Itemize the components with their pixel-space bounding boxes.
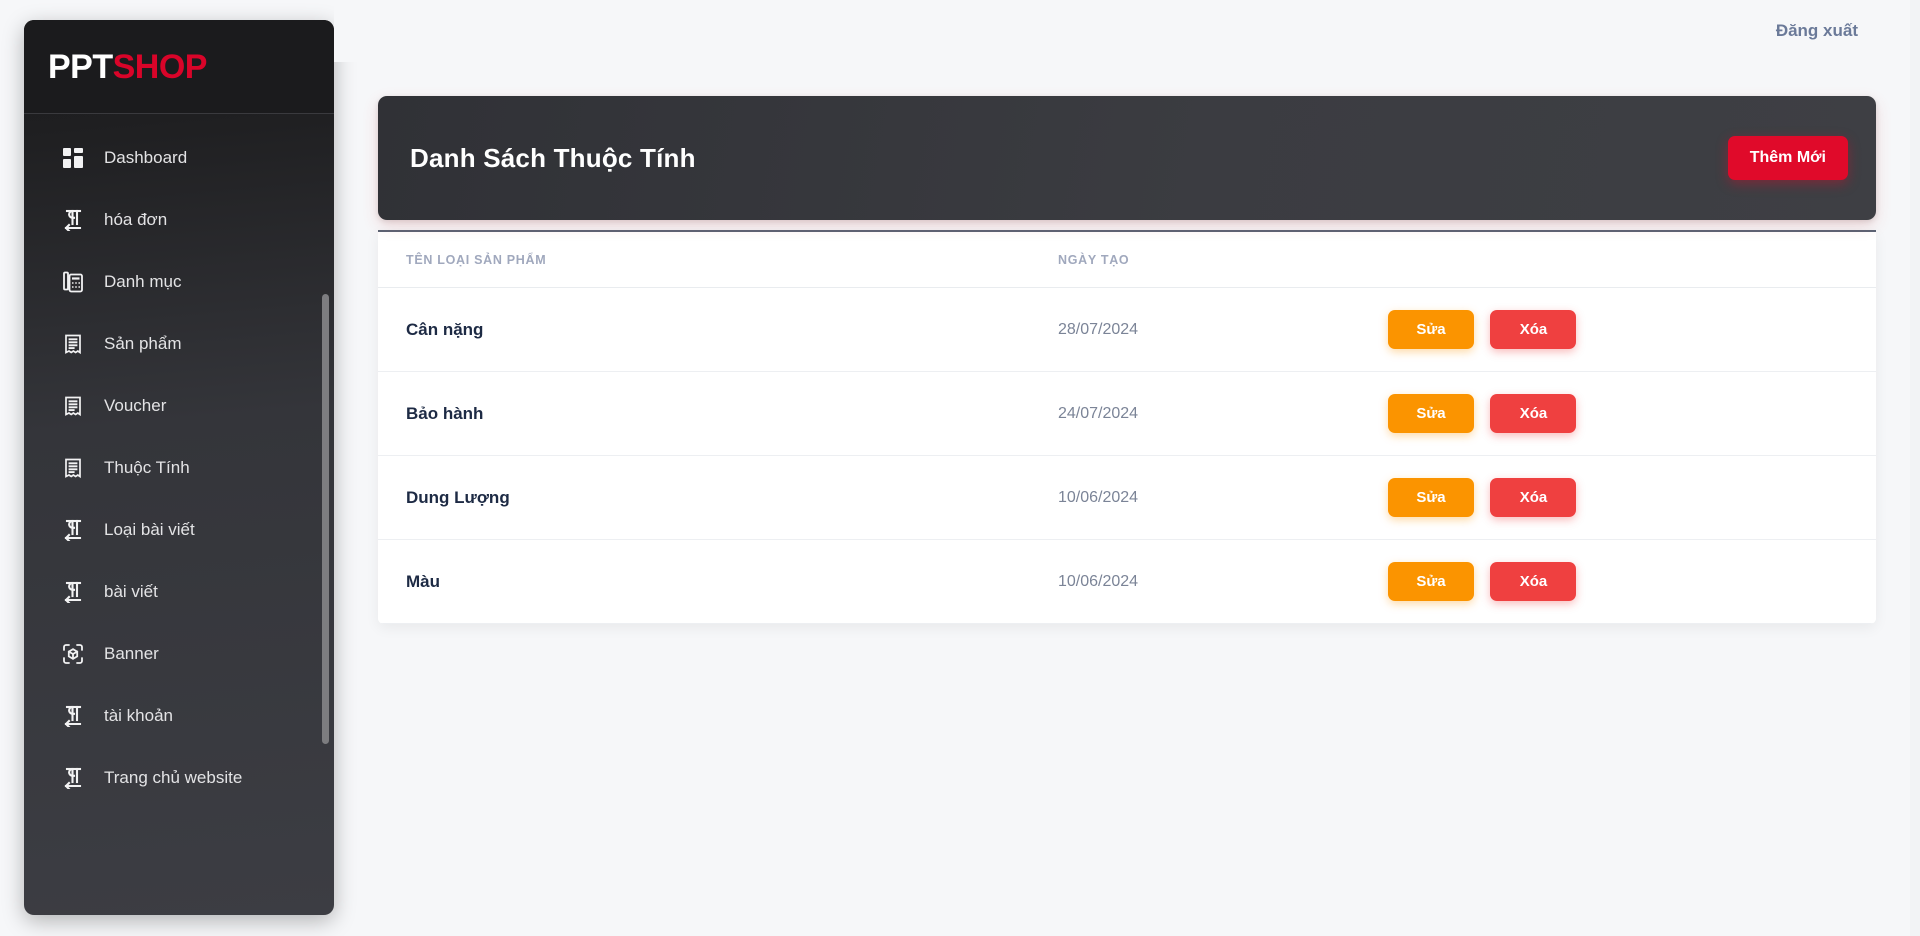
paragraph-mark-icon (60, 703, 86, 729)
sidebar-item-label: bài viết (104, 582, 158, 601)
cell-created-date: 10/06/2024 (1058, 539, 1388, 624)
page-title: Danh Sách Thuộc Tính (410, 142, 696, 173)
column-header-name: TÊN LOẠI SẢN PHẨM (378, 232, 1058, 288)
table-row: Bảo hành 24/07/2024 Sửa Xóa (378, 371, 1876, 456)
attributes-table-container: TÊN LOẠI SẢN PHẨM NGÀY TẠO Cân nặng 28/0… (378, 230, 1876, 624)
cell-attribute-name: Màu (378, 539, 1058, 624)
sidebar-item-danh-muc[interactable]: Danh mục (24, 262, 334, 302)
paragraph-mark-icon (60, 517, 86, 543)
paragraph-mark-icon (60, 207, 86, 233)
attributes-page-card: Danh Sách Thuộc Tính Thêm Mới TÊN LOẠI S… (378, 96, 1876, 624)
paragraph-mark-icon (60, 765, 86, 791)
receipt-icon (60, 393, 86, 419)
table-row: Màu 10/06/2024 Sửa Xóa (378, 539, 1876, 624)
sidebar-item-trang-chu-website[interactable]: Trang chủ website (24, 758, 334, 798)
cell-created-date: 10/06/2024 (1058, 455, 1388, 540)
sidebar-item-label: Voucher (104, 396, 167, 415)
sidebar-item-label: hóa đơn (104, 210, 168, 229)
paragraph-mark-icon (60, 579, 86, 605)
sidebar-item-loai-bai-viet[interactable]: Loại bài viết (24, 510, 334, 550)
sidebar-item-san-pham[interactable]: Sản phẩm (24, 324, 334, 364)
cell-created-date: 24/07/2024 (1058, 371, 1388, 456)
sidebar-item-label: Thuộc Tính (104, 458, 190, 477)
sidebar-item-hoa-don[interactable]: hóa đơn (24, 200, 334, 240)
sidebar-scrollbar[interactable] (322, 294, 329, 744)
main-content: Danh Sách Thuộc Tính Thêm Mới TÊN LOẠI S… (334, 62, 1920, 936)
page-scrollbar[interactable] (1910, 0, 1920, 936)
sidebar-item-label: tài khoản (104, 706, 173, 725)
sidebar-item-tai-khoan[interactable]: tài khoản (24, 696, 334, 736)
receipt-icon (60, 455, 86, 481)
sidebar-item-voucher[interactable]: Voucher (24, 386, 334, 426)
sidebar-item-label: Sản phẩm (104, 334, 182, 353)
cell-attribute-name: Dung Lượng (378, 455, 1058, 540)
cell-actions: Sửa Xóa (1388, 455, 1876, 540)
dashboard-grid-icon (60, 145, 86, 171)
table-header-row: TÊN LOẠI SẢN PHẨM NGÀY TẠO (378, 232, 1876, 288)
sidebar-logo[interactable]: PPTSHOP (24, 20, 334, 114)
table-row: Cân nặng 28/07/2024 Sửa Xóa (378, 287, 1876, 372)
sidebar-item-label: Banner (104, 644, 159, 663)
column-header-actions (1388, 232, 1876, 288)
attributes-table: TÊN LOẠI SẢN PHẨM NGÀY TẠO Cân nặng 28/0… (378, 232, 1876, 624)
table-body: Cân nặng 28/07/2024 Sửa Xóa Bảo hành 24/… (378, 287, 1876, 624)
cell-actions: Sửa Xóa (1388, 371, 1876, 456)
cell-actions: Sửa Xóa (1388, 287, 1876, 372)
card-header: Danh Sách Thuộc Tính Thêm Mới (378, 96, 1876, 220)
cell-attribute-name: Cân nặng (378, 287, 1058, 372)
edit-button[interactable]: Sửa (1388, 310, 1474, 349)
cube-scan-icon (60, 641, 86, 667)
column-header-date: NGÀY TẠO (1058, 232, 1388, 288)
sidebar-item-thuoc-tinh[interactable]: Thuộc Tính (24, 448, 334, 488)
delete-button[interactable]: Xóa (1490, 478, 1577, 517)
topbar: Đăng xuất (334, 0, 1920, 62)
cell-actions: Sửa Xóa (1388, 539, 1876, 624)
sidebar-item-banner[interactable]: Banner (24, 634, 334, 674)
receipt-icon (60, 331, 86, 357)
sidebar-item-bai-viet[interactable]: bài viết (24, 572, 334, 612)
sidebar-item-label: Trang chủ website (104, 768, 243, 787)
edit-button[interactable]: Sửa (1388, 562, 1474, 601)
edit-button[interactable]: Sửa (1388, 478, 1474, 517)
delete-button[interactable]: Xóa (1490, 394, 1577, 433)
cell-attribute-name: Bảo hành (378, 371, 1058, 456)
brand-logo-primary: PPT (48, 47, 113, 86)
delete-button[interactable]: Xóa (1490, 310, 1577, 349)
sidebar-item-label: Loại bài viết (104, 520, 195, 539)
sidebar-nav: Dashboard hóa đơn Danh mục Sản phẩm Vouc… (24, 114, 334, 915)
sidebar-item-dashboard[interactable]: Dashboard (24, 138, 334, 178)
delete-button[interactable]: Xóa (1490, 562, 1577, 601)
brand-logo-accent: SHOP (112, 47, 208, 86)
logout-link[interactable]: Đăng xuất (1776, 21, 1858, 41)
add-new-button[interactable]: Thêm Mới (1727, 136, 1848, 180)
table-head: TÊN LOẠI SẢN PHẨM NGÀY TẠO (378, 232, 1876, 288)
table-row: Dung Lượng 10/06/2024 Sửa Xóa (378, 455, 1876, 540)
sidebar-item-label: Dashboard (104, 148, 188, 167)
calculator-icon (60, 269, 86, 295)
edit-button[interactable]: Sửa (1388, 394, 1474, 433)
brand-logo: PPTSHOP (48, 50, 207, 84)
sidebar-item-label: Danh mục (104, 272, 182, 291)
cell-created-date: 28/07/2024 (1058, 287, 1388, 372)
sidebar: PPTSHOP Dashboard hóa đơn Danh mục Sản p… (24, 20, 334, 915)
